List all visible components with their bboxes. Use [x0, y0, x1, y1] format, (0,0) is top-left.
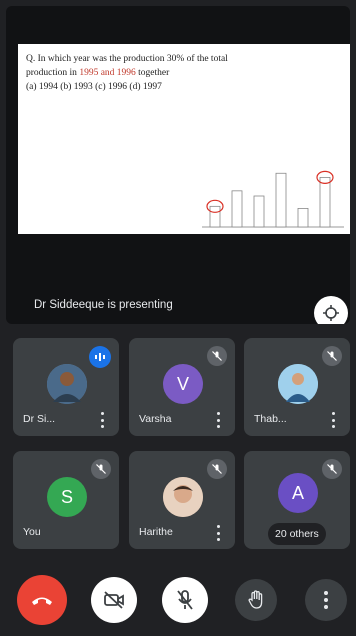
participant-name: Harithe	[139, 526, 173, 538]
shared-slide: Q. In which year was the production 30% …	[18, 44, 350, 234]
slide-bar-chart	[202, 170, 344, 228]
avatar: A	[278, 473, 318, 513]
mic-toggle-button[interactable]	[162, 577, 208, 623]
chart-bar	[231, 190, 243, 228]
mic-off-icon	[322, 459, 342, 479]
others-count-button[interactable]: 20 others	[268, 523, 326, 545]
presenting-label: Dr Siddeeque is presenting	[34, 299, 173, 311]
participant-menu-icon[interactable]	[99, 412, 105, 428]
speaking-indicator-icon	[89, 346, 111, 368]
chart-bar	[253, 195, 265, 228]
participant-tile[interactable]: Harithe	[129, 451, 235, 549]
camera-off-icon	[104, 591, 124, 609]
profile-photo-icon	[278, 364, 318, 404]
participant-name: Thab...	[254, 413, 287, 425]
chart-bar	[297, 208, 309, 228]
participant-name: Dr Si...	[23, 413, 56, 425]
camera-toggle-button[interactable]	[91, 577, 137, 623]
more-vert-icon	[324, 591, 328, 609]
slide-text: Q. In which year was the production 30% …	[26, 52, 276, 94]
presentation-view[interactable]: Q. In which year was the production 30% …	[6, 6, 350, 324]
profile-photo-icon	[163, 477, 203, 517]
fit-screen-button[interactable]	[314, 296, 348, 324]
slide-question-line: Q. In which year was the production 30% …	[26, 54, 228, 64]
participant-name: You	[23, 526, 41, 538]
phone-hangup-icon	[32, 597, 52, 605]
participant-tile[interactable]: V Varsha	[129, 338, 235, 436]
participant-menu-icon[interactable]	[215, 525, 221, 541]
avatar: V	[163, 364, 203, 404]
participant-tile[interactable]: Dr Si...	[13, 338, 119, 436]
slide-options-line: (a) 1994 (b) 1993 (c) 1996 (d) 1997	[26, 82, 162, 92]
slide-highlight: 1995 and 1996	[79, 68, 136, 78]
chart-bar	[209, 205, 221, 228]
participant-name: Varsha	[139, 413, 172, 425]
avatar	[47, 364, 87, 404]
end-call-button[interactable]	[17, 575, 67, 625]
profile-photo-icon	[47, 364, 87, 404]
participant-menu-icon[interactable]	[215, 412, 221, 428]
mic-off-icon	[322, 346, 342, 366]
avatar	[163, 477, 203, 517]
mic-off-icon	[91, 459, 111, 479]
avatar: S	[47, 477, 87, 517]
slide-question-line-2: production in 1995 and 1996 together	[26, 68, 170, 78]
crosshair-icon	[323, 305, 339, 321]
participant-tile[interactable]: Thab...	[244, 338, 350, 436]
participant-menu-icon[interactable]	[330, 412, 336, 428]
chart-bar	[319, 177, 331, 228]
more-options-button[interactable]	[305, 579, 347, 621]
mic-off-icon	[207, 346, 227, 366]
raise-hand-icon	[248, 590, 263, 609]
chart-bar	[275, 172, 287, 228]
participant-tile[interactable]: S You	[13, 451, 119, 549]
mic-off-icon	[207, 459, 227, 479]
raise-hand-button[interactable]	[235, 579, 277, 621]
mic-off-icon	[177, 590, 193, 610]
avatar	[278, 364, 318, 404]
